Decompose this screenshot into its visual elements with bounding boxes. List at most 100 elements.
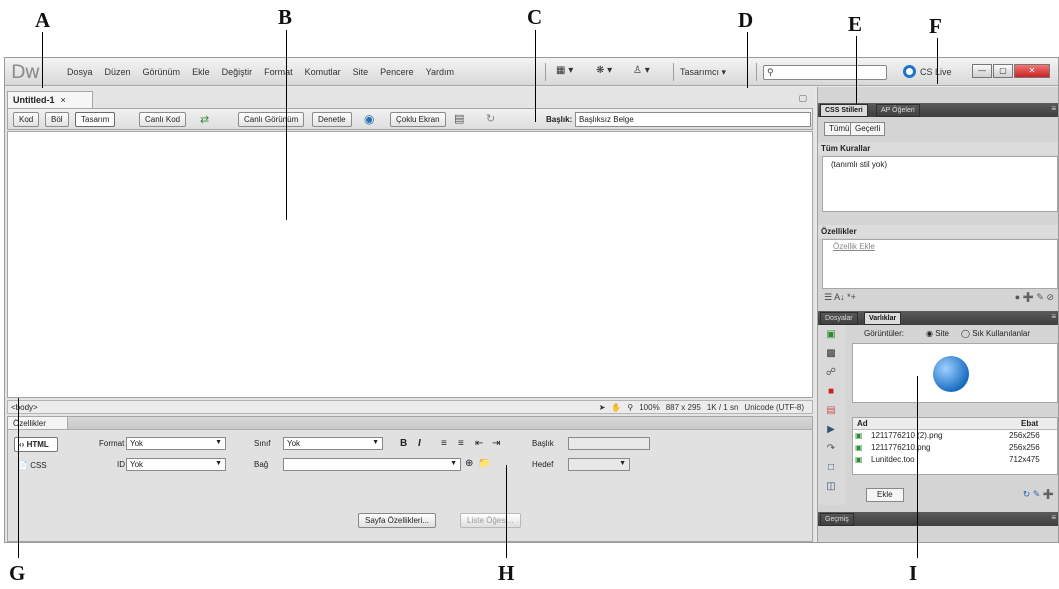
html-mode-button[interactable]: ‹› HTML	[14, 437, 58, 452]
outdent-icon[interactable]: ⇤	[475, 438, 483, 449]
close-button[interactable]: ✕	[1014, 64, 1050, 78]
format-select[interactable]: Yok ▼	[126, 437, 226, 450]
live-view-button[interactable]: Canlı Görünüm	[238, 112, 305, 127]
site-radio[interactable]: ◉ Site	[926, 329, 949, 338]
colors-icon[interactable]: ▩	[824, 348, 838, 360]
menu-ekle[interactable]: Ekle	[186, 67, 216, 77]
bold-button[interactable]: B	[400, 438, 407, 449]
workspace-switcher[interactable]: Tasarımcı ▾	[680, 67, 726, 78]
scripts-icon[interactable]: ↷	[824, 443, 838, 455]
live-code-button[interactable]: Canlı Kod	[139, 112, 187, 127]
id-label: ID	[117, 460, 125, 469]
css-mode-button[interactable]: 📄 CSS	[18, 461, 47, 470]
menu-degistir[interactable]: Değiştir	[216, 67, 259, 77]
document-toolbar: Kod Böl Tasarım Canlı Kod ⇄ Canlı Görünü…	[7, 108, 813, 130]
point-to-file-icon[interactable]: ⊕	[465, 458, 473, 469]
title-attr-input[interactable]	[568, 437, 650, 450]
current-rules-button[interactable]: Geçerli	[850, 122, 886, 136]
list-item[interactable]: ▣ 1211776210.png 256x256	[855, 443, 1055, 452]
movies-icon[interactable]: ▶	[824, 424, 838, 436]
rules-list[interactable]: (tanımlı stil yok)	[822, 156, 1058, 212]
col-name[interactable]: Ad	[857, 419, 868, 428]
italic-button[interactable]: I	[418, 438, 421, 449]
window-size[interactable]: 887 x 295	[666, 403, 701, 412]
browse-folder-icon[interactable]: 📁	[478, 458, 490, 469]
design-view-button[interactable]: Tasarım	[75, 112, 116, 127]
maximize-button[interactable]: ▢	[993, 64, 1013, 78]
menu-dosya[interactable]: Dosya	[61, 67, 99, 77]
document-tab[interactable]: Untitled-1 ×	[7, 91, 93, 108]
zoom-level[interactable]: 100%	[639, 403, 659, 412]
history-menu-icon[interactable]: ≡	[1051, 513, 1056, 522]
layout-icon[interactable]: ▦ ▾	[556, 65, 573, 79]
ordered-list-icon[interactable]: ≡	[458, 438, 464, 449]
all-rules-title: Tüm Kurallar	[818, 142, 1058, 155]
insert-button[interactable]: Ekle	[866, 488, 904, 502]
minimize-button[interactable]: —	[972, 64, 992, 78]
title-input[interactable]: Başlıksız Belge	[575, 112, 811, 127]
menu-bar: Dosya Düzen Görünüm Ekle Değiştir Format…	[61, 67, 460, 77]
css-view-icons[interactable]: ☰ A↓ *+	[824, 292, 856, 303]
add-property-link[interactable]: Özellik Ekle	[833, 242, 875, 251]
page-properties-button[interactable]: Sayfa Özellikleri...	[358, 513, 437, 528]
inspect-button[interactable]: Denetle	[312, 112, 352, 127]
properties-list[interactable]: Özellik Ekle	[822, 239, 1058, 289]
browser-preview-icon[interactable]: ◉	[364, 112, 374, 126]
menu-format[interactable]: Format	[258, 67, 299, 77]
restore-icon[interactable]: ▢	[798, 93, 807, 104]
tab-files[interactable]: Dosyalar	[820, 312, 858, 325]
swf-icon[interactable]: ■	[824, 386, 838, 398]
site-icon[interactable]: ♙ ▾	[633, 65, 650, 79]
search-input[interactable]: ⚲	[763, 65, 887, 80]
list-item[interactable]: ▣ 1211776210 (2).png 256x256	[855, 431, 1055, 440]
class-select[interactable]: Yok ▼	[283, 437, 383, 450]
close-tab-icon[interactable]: ×	[61, 95, 66, 105]
tab-assets[interactable]: Varlıklar	[864, 312, 902, 325]
download-size: 1K / 1 sn	[706, 403, 739, 412]
menu-gorunum[interactable]: Görünüm	[137, 67, 187, 77]
templates-icon[interactable]: □	[824, 462, 838, 474]
zoom-tool-icon[interactable]: ⚲	[627, 403, 633, 412]
refresh-icon[interactable]: ↻	[486, 112, 495, 125]
properties-tab[interactable]: Özellikler	[8, 417, 68, 430]
tab-ap-elements[interactable]: AP Öğeleri	[876, 104, 920, 117]
urls-icon[interactable]: ☍	[824, 367, 838, 379]
favorites-radio[interactable]: ◯ Sık Kullanılanlar	[961, 329, 1030, 338]
indent-icon[interactable]: ⇥	[492, 438, 500, 449]
images-icon[interactable]: ▣	[824, 329, 838, 341]
code-view-button[interactable]: Kod	[13, 112, 40, 127]
unordered-list-icon[interactable]: ≡	[441, 438, 447, 449]
design-canvas[interactable]	[7, 131, 813, 398]
panel-menu-icon[interactable]: ≡	[1051, 104, 1056, 113]
list-item-button[interactable]: Liste Öğesi...	[460, 513, 521, 528]
menu-duzen[interactable]: Düzen	[99, 67, 137, 77]
multiscreen-button[interactable]: Çoklu Ekran	[390, 112, 446, 127]
tab-css-styles[interactable]: CSS Stilleri	[820, 104, 868, 117]
split-view-button[interactable]: Böl	[45, 112, 69, 127]
menu-yardim[interactable]: Yardım	[420, 67, 460, 77]
visual-aids-icon[interactable]: ▤	[454, 112, 464, 125]
tab-history[interactable]: Geçmiş	[820, 513, 854, 526]
assets-menu-icon[interactable]: ≡	[1051, 312, 1056, 321]
list-item[interactable]: ▣ Lunitdec.too 712x475	[855, 455, 1055, 464]
asset-action-icons[interactable]: ↻ ✎ ➕	[1023, 489, 1054, 500]
id-select[interactable]: Yok ▼	[126, 458, 226, 471]
extend-icon[interactable]: ❋ ▾	[596, 65, 612, 79]
hand-tool-icon[interactable]: ✋	[611, 403, 621, 412]
cs-live-button[interactable]: CS Live	[903, 65, 952, 78]
css-action-icons[interactable]: ● ➕ ✎ ⊘	[1015, 292, 1054, 303]
tag-selector[interactable]: <body>	[11, 403, 38, 412]
select-tool-icon[interactable]: ➤	[599, 403, 606, 412]
col-size[interactable]: Ebat	[1021, 419, 1038, 428]
dreamweaver-window: Dw Dosya Düzen Görünüm Ekle Değiştir For…	[4, 57, 1059, 543]
file-management-icon[interactable]: ⇄	[200, 113, 209, 126]
library-icon[interactable]: ◫	[824, 481, 838, 493]
asset-list[interactable]: Ad Ebat ▣ 1211776210 (2).png 256x256 ▣ 1…	[852, 417, 1058, 475]
menu-pencere[interactable]: Pencere	[374, 67, 420, 77]
menu-site[interactable]: Site	[347, 67, 375, 77]
target-select[interactable]: ▼	[568, 458, 630, 471]
shockwave-icon[interactable]: ▤	[824, 405, 838, 417]
callout-d: D	[738, 8, 754, 32]
menu-komutlar[interactable]: Komutlar	[299, 67, 347, 77]
link-input[interactable]: ▼	[283, 458, 461, 471]
